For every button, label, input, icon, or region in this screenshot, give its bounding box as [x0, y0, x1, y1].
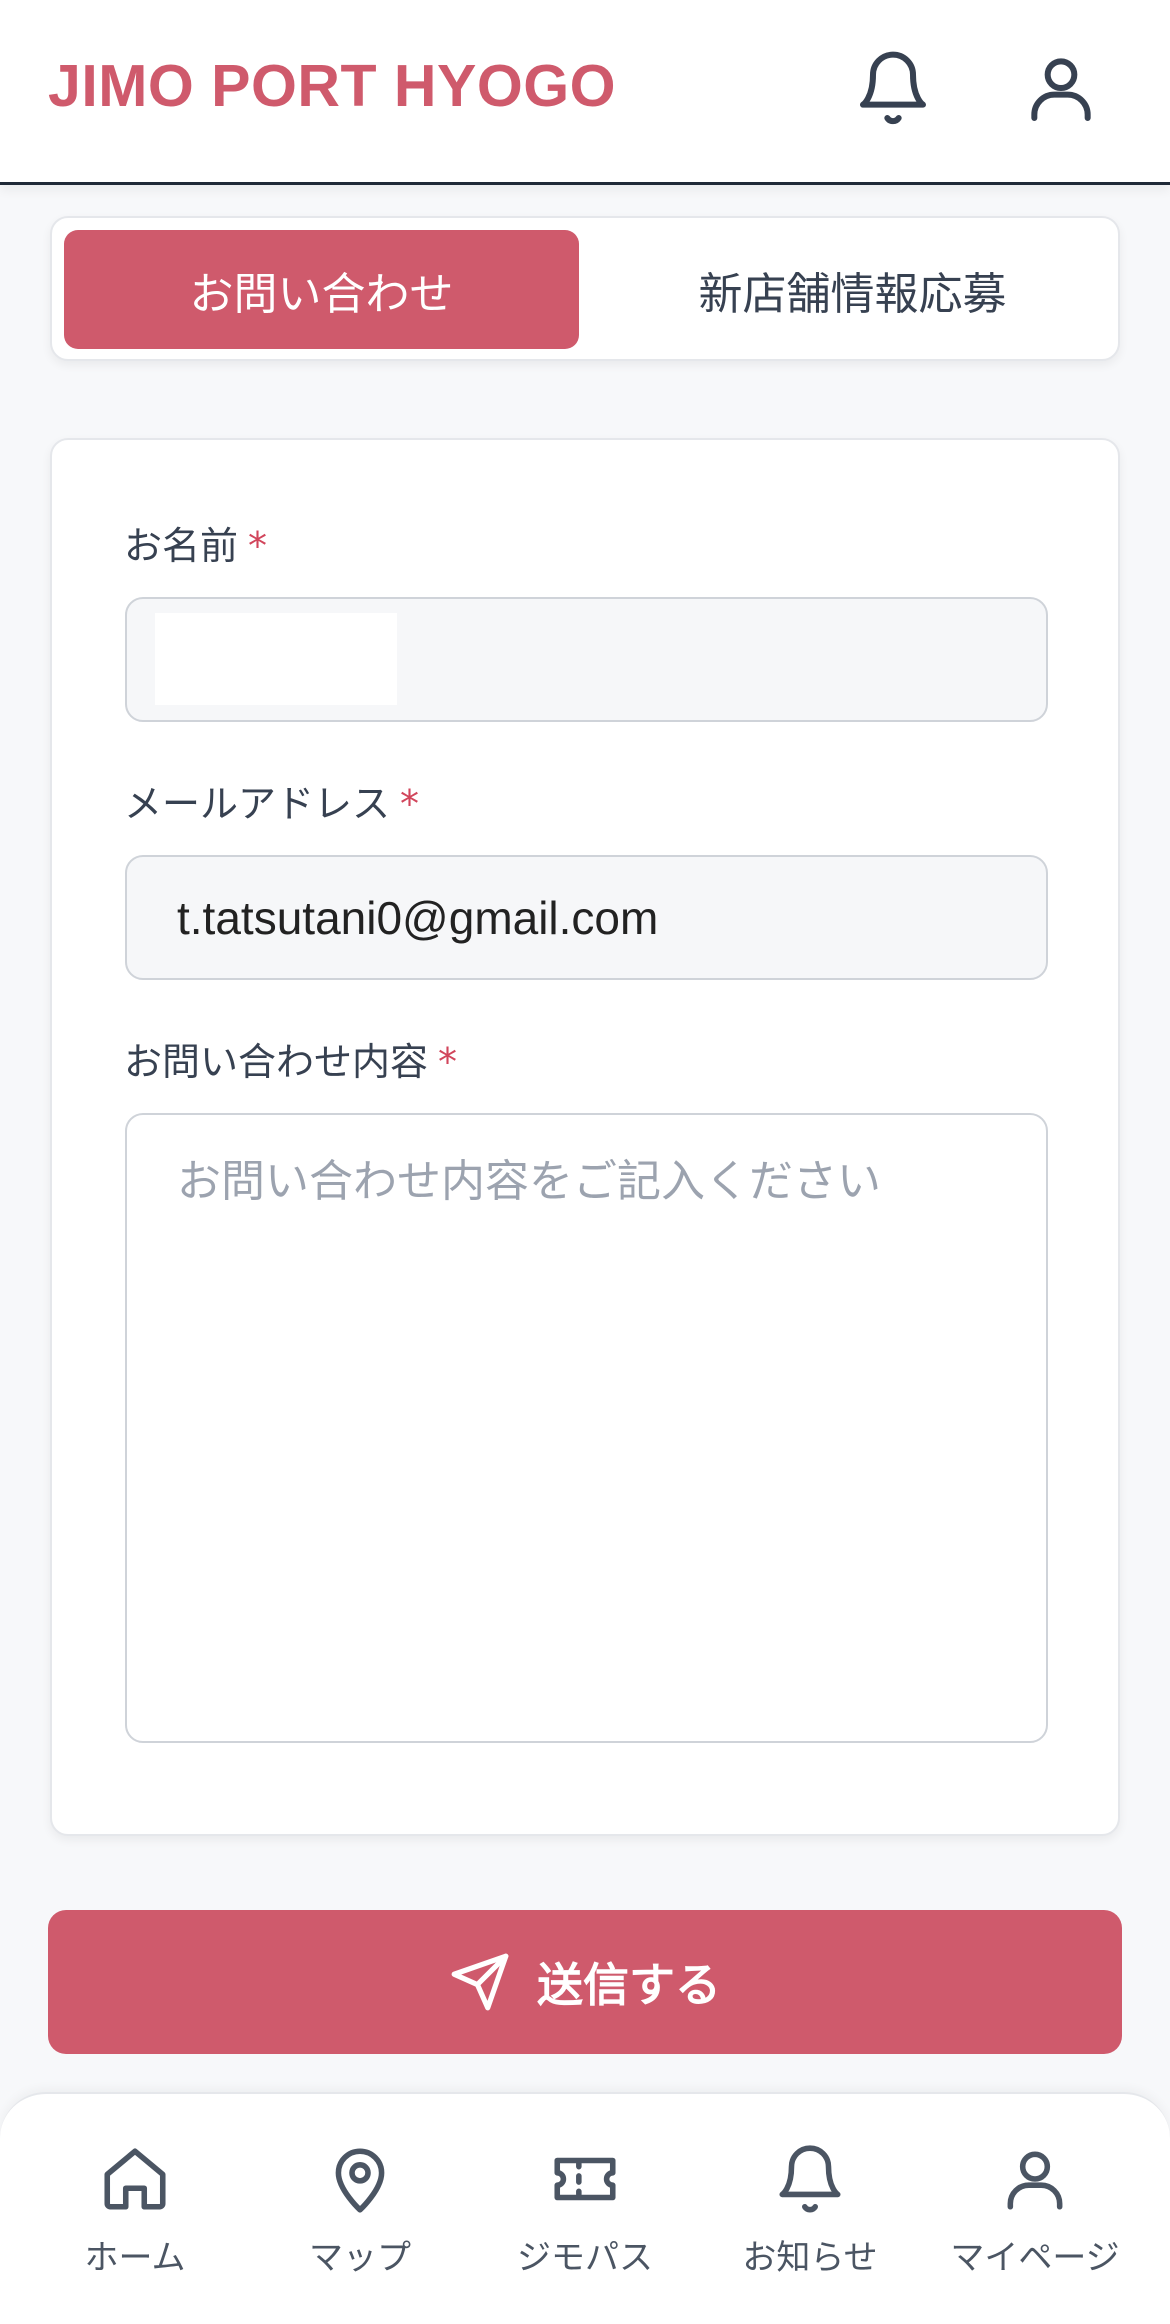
name-input[interactable] — [125, 597, 1048, 722]
nav-map-label: マップ — [309, 2238, 411, 2278]
user-icon[interactable] — [1021, 48, 1101, 128]
nav-notifications[interactable]: お知らせ — [693, 2142, 927, 2292]
tab-bar: お問い合わせ 新店舗情報応募 — [50, 216, 1120, 361]
nav-jimopass[interactable]: ジモパス — [468, 2142, 702, 2292]
required-mark: * — [438, 1040, 458, 1084]
submit-button[interactable]: 送信する — [48, 1910, 1122, 2054]
bell-icon[interactable] — [853, 48, 933, 128]
nav-mypage-label: マイページ — [950, 2238, 1120, 2278]
bell-icon — [779, 2145, 841, 2213]
home-icon — [104, 2148, 166, 2210]
message-placeholder: お問い合わせ内容をご記入ください — [177, 1156, 881, 1207]
user-icon — [1007, 2151, 1063, 2210]
name-label: お名前 * — [124, 515, 267, 570]
email-input[interactable]: t.tatsutani0@gmail.com — [125, 855, 1048, 980]
ticket-icon — [554, 2157, 616, 2201]
name-label-text: お名前 — [124, 524, 239, 568]
required-mark: * — [400, 782, 420, 826]
map-pin-icon — [335, 2148, 385, 2213]
required-mark: * — [248, 524, 268, 568]
message-label-text: お問い合わせ内容 — [124, 1040, 429, 1084]
redacted-value — [155, 613, 397, 705]
email-value: t.tatsutani0@gmail.com — [177, 891, 659, 944]
message-textarea[interactable]: お問い合わせ内容をご記入ください — [125, 1113, 1048, 1743]
message-label: お問い合わせ内容 * — [124, 1031, 457, 1086]
tab-contact[interactable]: お問い合わせ — [64, 230, 579, 349]
nav-notifications-label: お知らせ — [742, 2238, 878, 2278]
email-label: メールアドレス * — [124, 773, 419, 828]
nav-jimopass-label: ジモパス — [517, 2238, 653, 2278]
nav-home-label: ホーム — [84, 2238, 186, 2278]
nav-home[interactable]: ホーム — [18, 2142, 252, 2292]
contact-form: お名前 * メールアドレス * t.tatsutani0@gmail.com お問い… — [50, 438, 1120, 1836]
app-header: JIMO PORT HYOGO — [0, 0, 1170, 185]
email-label-text: メールアドレス — [124, 782, 391, 826]
send-icon — [451, 1953, 509, 2011]
brand-logo[interactable]: JIMO PORT HYOGO — [48, 52, 616, 120]
submit-label: 送信する — [537, 1958, 721, 2012]
bottom-nav: ホーム マップ ジモパス お知らせ マイページ — [0, 2092, 1170, 2324]
nav-mypage[interactable]: マイページ — [918, 2142, 1152, 2292]
tab-new-store-application[interactable]: 新店舗情報応募 — [595, 230, 1110, 349]
nav-map[interactable]: マップ — [243, 2142, 477, 2292]
